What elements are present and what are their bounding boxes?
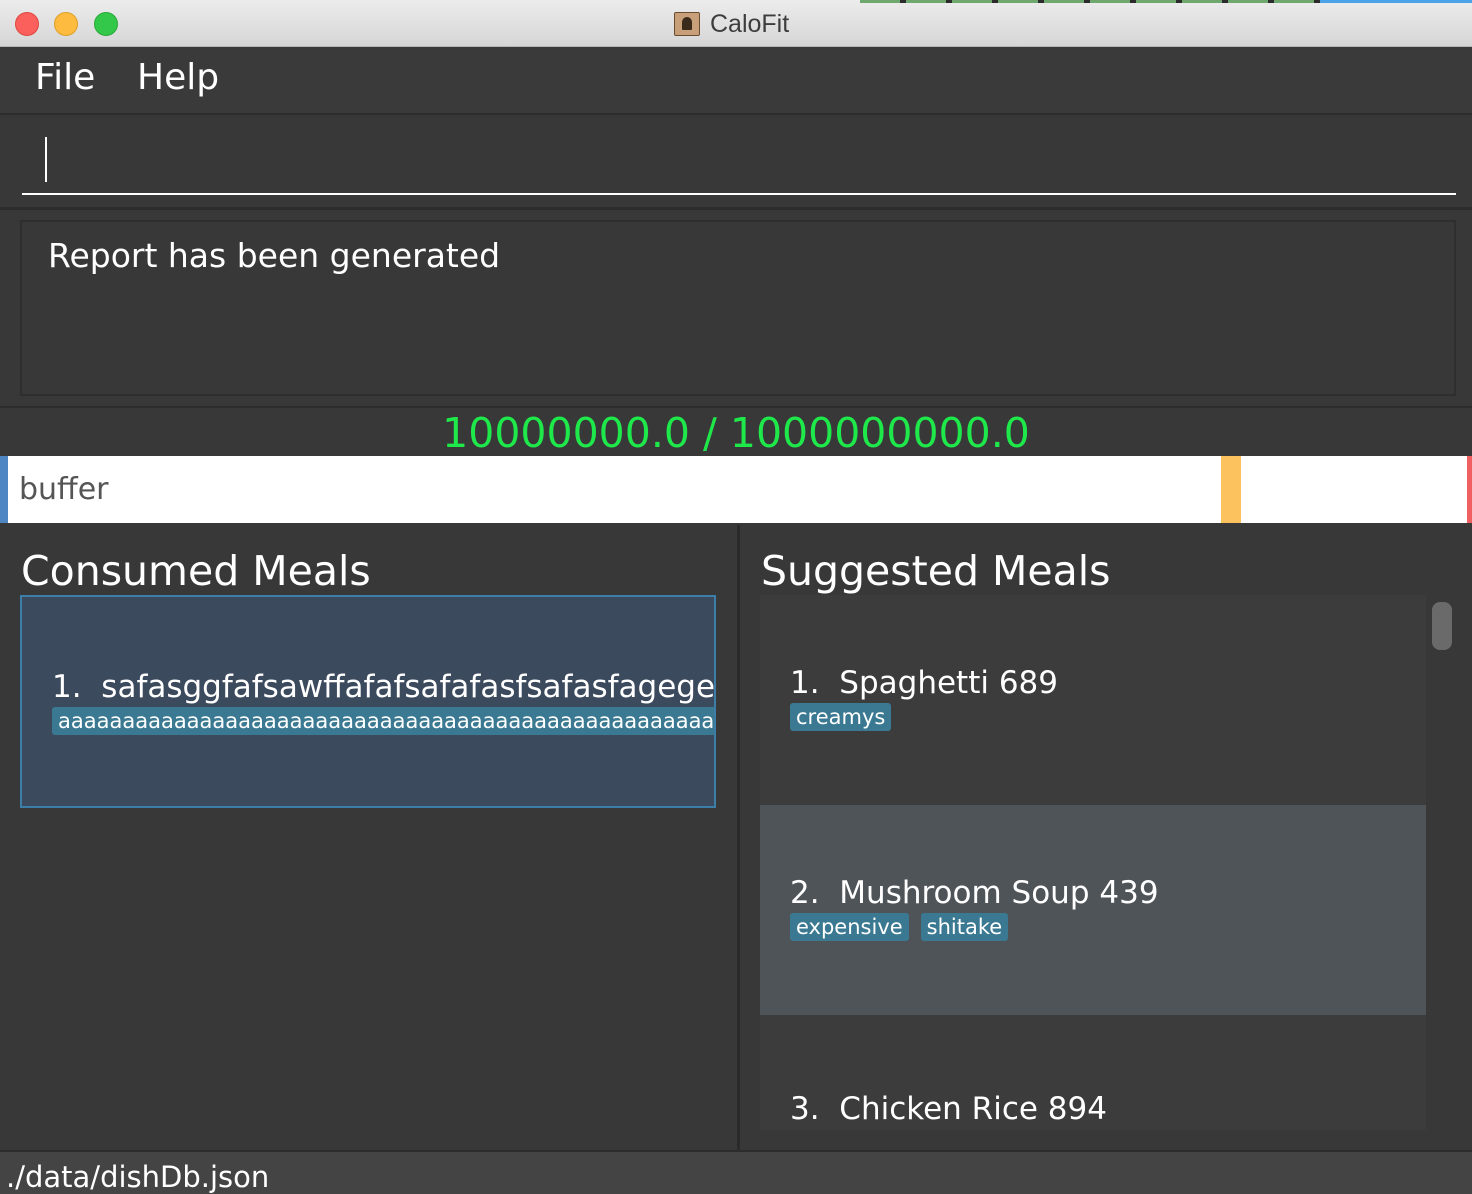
list-item[interactable]: 2. Mushroom Soup 439 expensive shitake [760,805,1426,1015]
data-file-path: ./data/dishDb.json [6,1160,270,1194]
consumed-meals-title: Consumed Meals [21,547,371,595]
consumed-meals-panel: Consumed Meals 1. safasggfafsawffafafsaf… [0,525,737,1150]
status-bar: ./data/dishDb.json [0,1150,1472,1194]
meal-name: 3. Chicken Rice 894 [790,1091,1107,1127]
meal-index: 1. [790,665,820,701]
tag-badge: creamys [790,703,892,731]
tag-badge: expensive [790,913,909,941]
text-caret [45,137,47,182]
command-box [0,115,1472,210]
meal-index: 3. [790,1091,820,1127]
meal-name: 1. safasggfafsawffafafsafafasfsafasfageg… [52,669,716,705]
tag-badge: aaaaaaaaaaaaaaaaaaaaaaaaaaaaaaaaaaaaaaaa… [52,707,714,735]
tag-badge: shitake [920,913,1009,941]
suggested-meals-title: Suggested Meals [761,547,1111,595]
progress-start-indicator [0,456,8,523]
meal-name-text: Chicken Rice [839,1091,1038,1127]
command-input[interactable] [22,125,1456,195]
meal-tags: creamys [790,703,903,731]
list-item[interactable]: 1. safasggfafsawffafafsafafasfsafasfageg… [20,595,716,808]
suggested-meals-list[interactable]: 1. Spaghetti 689 creamys 2. Mushroom Sou… [760,595,1426,1130]
meal-name: 2. Mushroom Soup 439 [790,875,1159,911]
suggested-meals-panel: Suggested Meals 1. Spaghetti 689 creamys… [740,525,1472,1150]
result-message: Report has been generated [48,236,501,275]
meal-tags: aaaaaaaaaaaaaaaaaaaaaaaaaaaaaaaaaaaaaaaa… [52,707,714,735]
calorie-summary: 10000000.0 / 1000000000.0 [442,409,1030,457]
list-item[interactable]: 1. Spaghetti 689 creamys [760,595,1426,805]
window-title-group: CaloFit [674,9,789,39]
meal-index: 2. [790,875,820,911]
meal-calories: 689 [998,665,1058,701]
progress-label: buffer [19,472,109,507]
close-window-button[interactable] [15,12,39,36]
list-item[interactable]: 3. Chicken Rice 894 [760,1015,1426,1130]
meal-index: 1. [52,669,82,705]
menu-bar: File Help [0,47,1472,115]
maximize-window-button[interactable] [94,12,118,36]
progress-marker [1221,456,1241,523]
menu-file[interactable]: File [35,57,95,98]
meal-calories: 439 [1099,875,1159,911]
scrollbar-thumb[interactable] [1432,602,1452,650]
meal-name-text: Mushroom Soup [839,875,1090,911]
calorie-progress-bar: buffer [0,456,1472,523]
meal-tags: expensive shitake [790,913,1020,941]
menu-help[interactable]: Help [137,57,219,98]
progress-end-indicator [1467,456,1472,523]
meal-name: 1. Spaghetti 689 [790,665,1058,701]
meal-calories: 894 [1047,1091,1107,1127]
title-bar: CaloFit [0,0,1472,47]
meal-name-text: safasggfafsawffafafsafafasfsafasfagegege… [101,669,716,705]
title-bar-accent-blue [1320,0,1472,3]
window-title: CaloFit [710,9,790,38]
app-icon [674,12,700,36]
consumed-meals-list[interactable]: 1. safasggfafsawffafafsafafasfsafasfageg… [20,595,716,1150]
minimize-window-button[interactable] [54,12,78,36]
result-display: Report has been generated [20,220,1456,396]
meal-name-text: Spaghetti [839,665,989,701]
